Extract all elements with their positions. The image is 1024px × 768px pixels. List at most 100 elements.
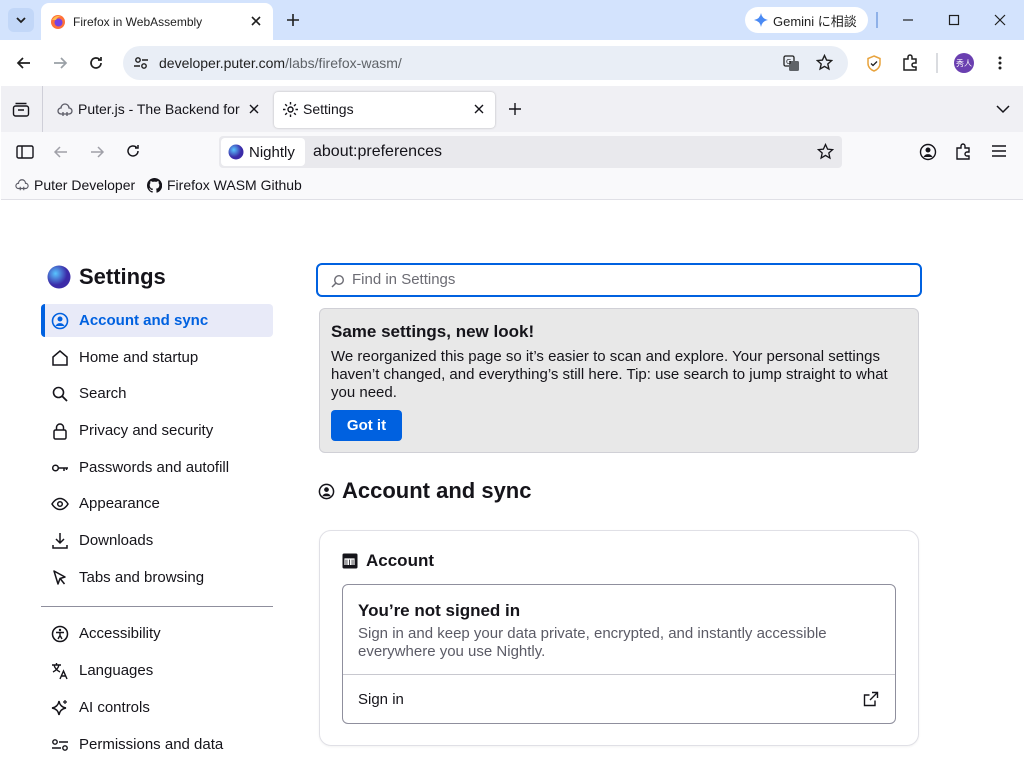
divider (343, 674, 895, 675)
chevron-down-icon (16, 17, 26, 24)
signed-out-description: Sign in and keep your data private, encr… (358, 625, 827, 660)
nav-item-languages[interactable]: Languages (41, 654, 273, 687)
nav-item-accessibility[interactable]: Accessibility (41, 617, 273, 650)
nav-item-tabs-and-browsing[interactable]: Tabs and browsing (41, 561, 273, 594)
sparkle-icon (51, 700, 67, 716)
divider (936, 53, 938, 73)
nav-label: Permissions and data (79, 736, 224, 753)
section-heading: Account and sync (318, 478, 531, 504)
search-icon (52, 386, 68, 402)
ff-back-icon[interactable] (53, 144, 69, 160)
bookmark-label: Firefox WASM Github (167, 177, 302, 193)
nav-item-search[interactable]: Search (41, 377, 273, 410)
profile-avatar[interactable]: 秀人 (954, 53, 974, 73)
eye-icon (51, 497, 69, 511)
nav-label: Accessibility (79, 625, 161, 642)
bookmark-puter-developer[interactable]: Puter Developer (15, 177, 135, 193)
close-tab-icon[interactable] (473, 103, 485, 115)
ff-tab-label: Puter.js - The Backend for (78, 101, 240, 117)
divider (42, 86, 43, 132)
account-icon (318, 483, 335, 499)
ff-tab-puter[interactable]: Puter.js - The Backend for (47, 92, 269, 128)
back-icon[interactable] (16, 55, 32, 71)
svg-text:G: G (786, 58, 791, 66)
ff-reload-icon[interactable] (125, 143, 141, 159)
translate-icon[interactable]: G (783, 55, 800, 72)
reload-icon[interactable] (88, 55, 104, 71)
nav-label: Privacy and security (79, 422, 214, 439)
settings-title: Settings (79, 264, 166, 289)
bookmark-star-icon[interactable] (816, 54, 833, 71)
chrome-url: developer.puter.com/labs/firefox-wasm/ (159, 55, 402, 71)
divider (876, 12, 878, 28)
hamburger-menu-icon[interactable] (991, 144, 1007, 158)
bookmark-firefox-wasm-github[interactable]: Firefox WASM Github (147, 177, 302, 193)
nav-item-downloads[interactable]: Downloads (41, 524, 273, 557)
ff-tab-label: Settings (303, 101, 354, 117)
chrome-address-bar[interactable]: developer.puter.com/labs/firefox-wasm/ G (123, 46, 848, 80)
nav-label: Downloads (79, 532, 154, 549)
bookmarks-toolbar: Puter Developer Firefox WASM Github (1, 172, 1023, 200)
nav-item-ai-controls[interactable]: AI controls (41, 691, 273, 724)
ff-extensions-icon[interactable] (955, 143, 972, 160)
ff-bookmark-star-icon[interactable] (817, 143, 834, 160)
nav-label: Passwords and autofill (79, 459, 230, 476)
cursor-icon (53, 570, 66, 585)
signed-out-title: You’re not signed in (358, 601, 521, 620)
list-tabs-icon[interactable] (996, 103, 1010, 115)
close-icon (994, 14, 1006, 26)
puter-favicon-icon (57, 102, 73, 118)
nav-item-home-and-startup[interactable]: Home and startup (41, 341, 273, 374)
nav-item-permissions-and-data[interactable]: Permissions and data (41, 728, 273, 761)
close-window-button[interactable] (977, 0, 1023, 40)
nav-divider (41, 606, 273, 607)
close-tab-icon[interactable] (249, 14, 263, 28)
nav-item-appearance[interactable]: Appearance (41, 487, 273, 520)
ff-forward-icon[interactable] (89, 144, 105, 160)
forward-icon[interactable] (52, 55, 68, 71)
ff-tab-settings[interactable]: Settings (274, 92, 495, 128)
ff-identity-box[interactable]: Nightly (221, 138, 305, 166)
close-tab-icon[interactable] (248, 103, 260, 115)
shield-extension-icon[interactable] (866, 55, 882, 72)
chrome-tab-active[interactable]: Firefox in WebAssembly (41, 3, 273, 40)
extensions-icon[interactable] (902, 54, 919, 71)
settings-search-input[interactable] (352, 271, 912, 288)
lock-icon (53, 423, 67, 440)
nav-label: Appearance (79, 495, 160, 512)
new-tab-icon[interactable] (508, 102, 522, 116)
nav-item-privacy-and-security[interactable]: Privacy and security (41, 414, 273, 447)
minimize-button[interactable] (885, 0, 931, 40)
tab-search-button[interactable] (8, 8, 34, 32)
site-info-icon[interactable] (133, 55, 149, 71)
sidebar-toggle-icon[interactable] (16, 144, 34, 160)
maximize-button[interactable] (931, 0, 977, 40)
notice-title: Same settings, new look! (331, 322, 535, 341)
firefox-favicon-icon (50, 14, 66, 30)
external-link-icon[interactable] (863, 691, 879, 707)
nav-item-account-and-sync[interactable]: Account and sync (41, 304, 273, 337)
tab-groups-icon[interactable] (12, 101, 30, 117)
gemini-label: Gemini に相談 (773, 13, 857, 29)
github-icon (147, 177, 162, 193)
section-title: Account and sync (342, 478, 532, 503)
firefox-tab-strip: Puter.js - The Backend for Settings (1, 86, 1023, 132)
sign-in-link[interactable]: Sign in (358, 691, 404, 708)
permissions-icon (52, 739, 68, 751)
account-title: Account (366, 551, 434, 570)
nav-item-passwords-and-autofill[interactable]: Passwords and autofill (41, 451, 273, 484)
notice-body: We reorganized this page so it’s easier … (331, 348, 888, 401)
ff-url-text[interactable]: about:preferences (313, 143, 442, 161)
account-icon[interactable] (919, 143, 937, 161)
chrome-menu-icon[interactable] (992, 55, 1008, 71)
nav-label: Languages (79, 662, 154, 679)
chrome-tab-title: Firefox in WebAssembly (73, 15, 203, 29)
new-tab-icon[interactable] (285, 12, 301, 28)
account-icon (51, 312, 69, 330)
puter-favicon-icon (15, 179, 29, 191)
gemini-button[interactable]: Gemini に相談 (745, 7, 868, 33)
settings-search-box[interactable] (316, 263, 922, 297)
got-it-button[interactable]: Got it (331, 410, 402, 441)
nav-label: AI controls (79, 699, 150, 716)
minimize-icon (903, 19, 913, 21)
